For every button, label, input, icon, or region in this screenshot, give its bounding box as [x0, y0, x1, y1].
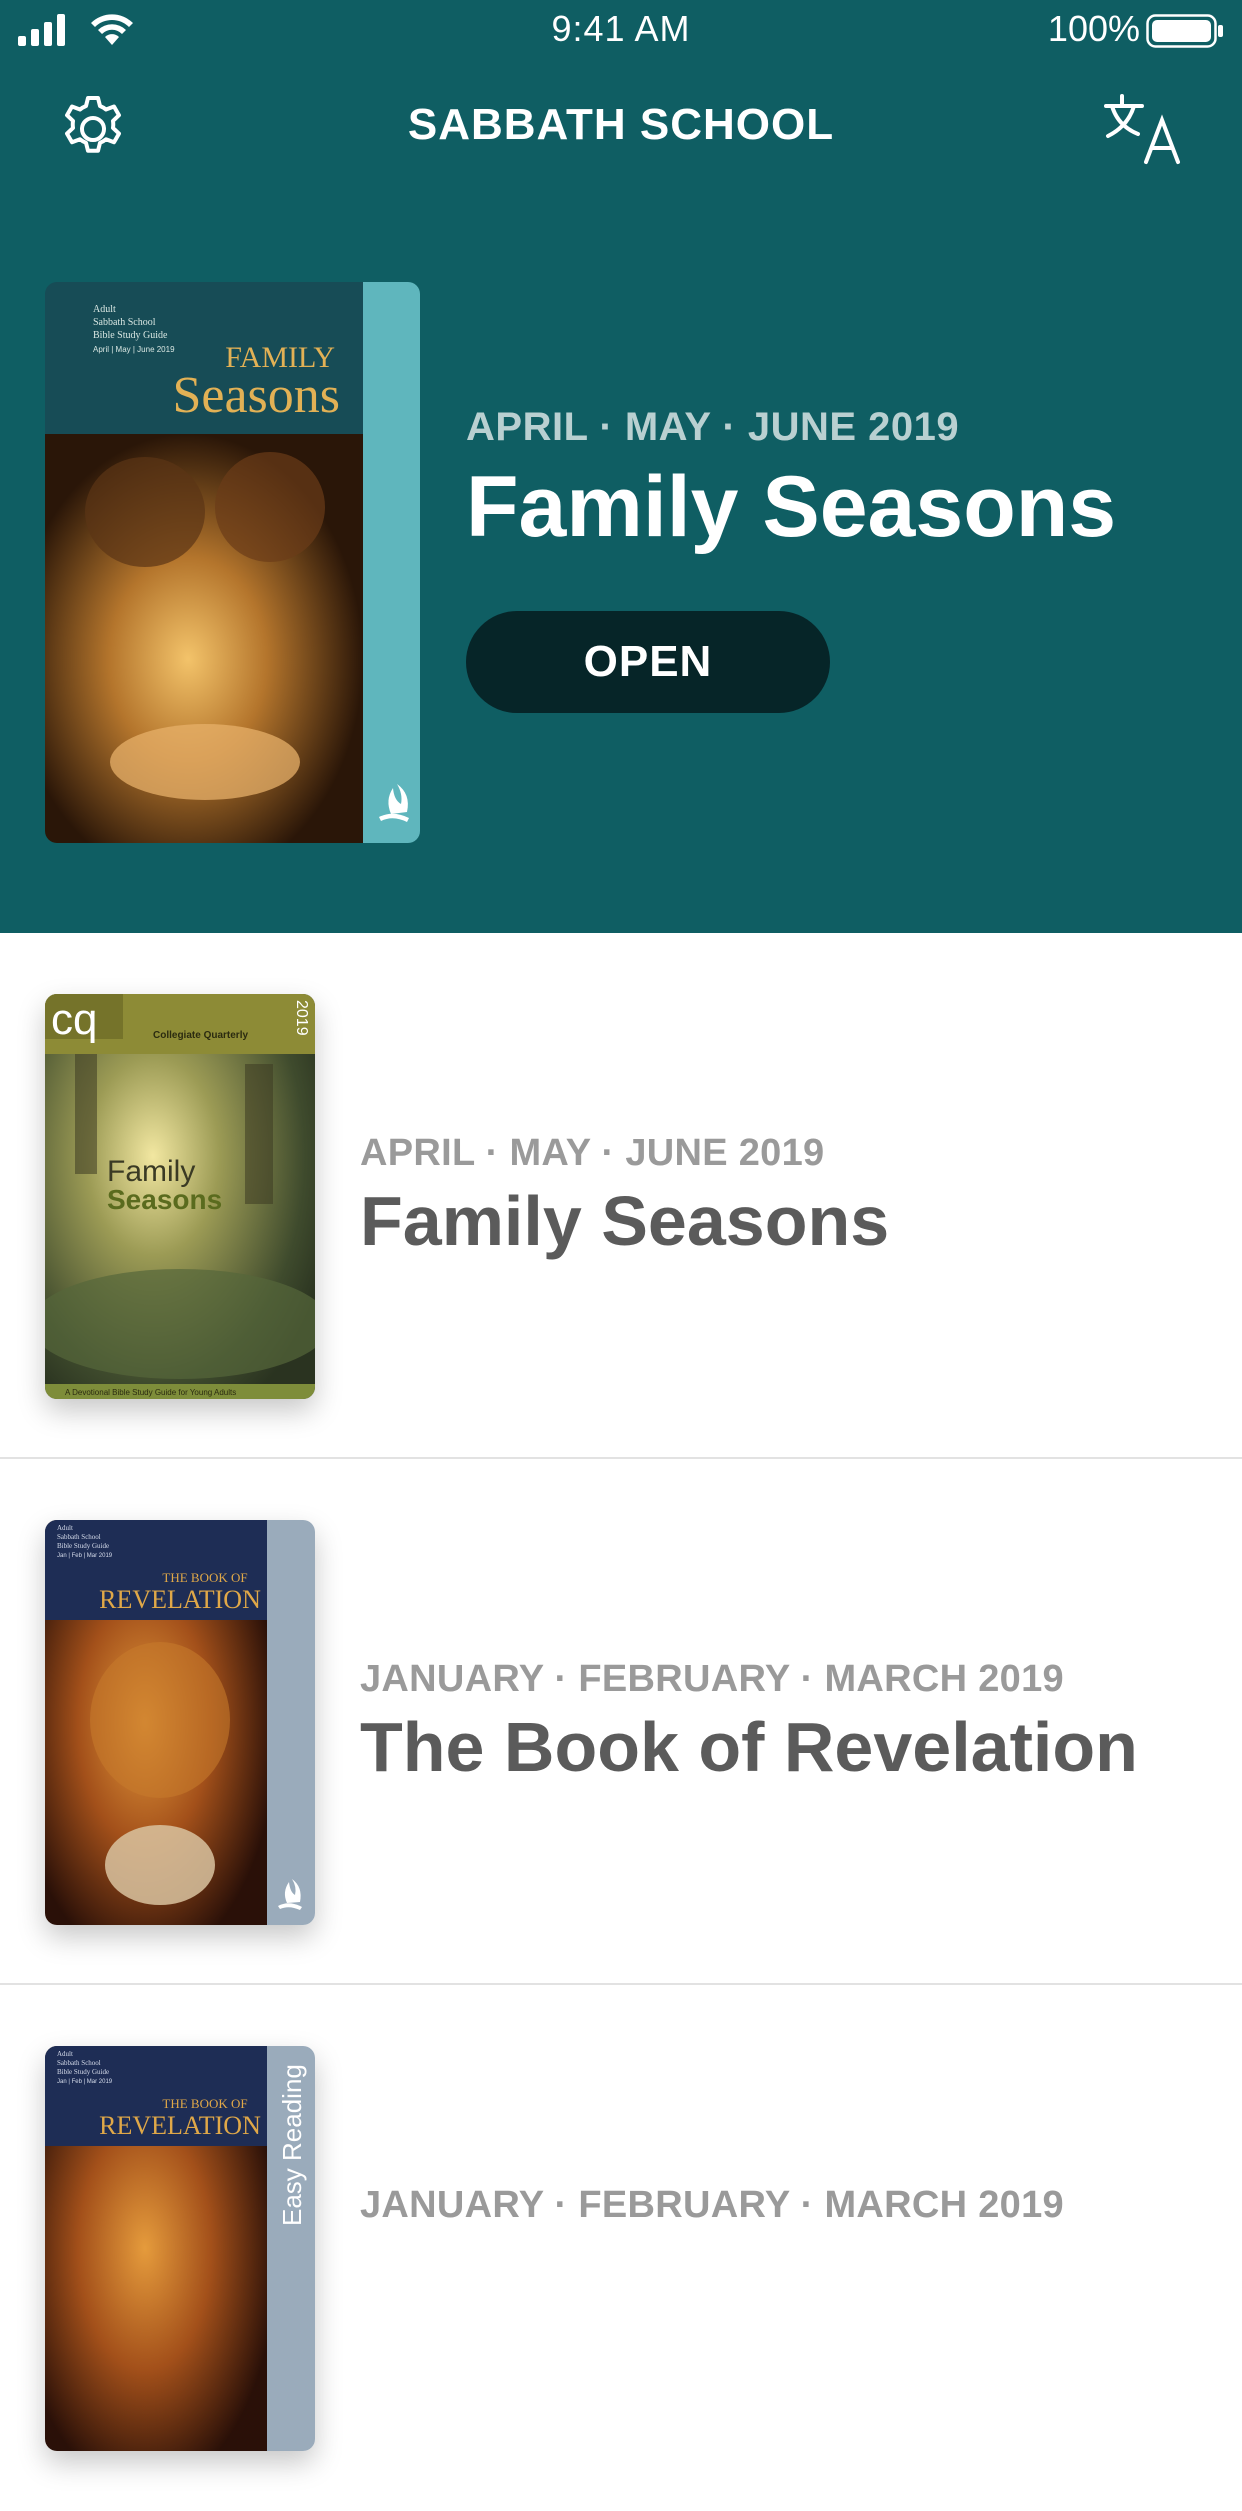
list-item[interactable]: cq Collegiate Quarterly 2019 Family Seas…: [0, 933, 1242, 1459]
cq-family-seasons-cover-image: cq Collegiate Quarterly 2019 Family Seas…: [45, 994, 315, 1399]
revelation-cover-image: Adult Sabbath School Bible Study Guide J…: [45, 1520, 315, 1925]
quarterly-meta: APRIL · MAY · JUNE 2019 Family Seasons: [360, 1132, 889, 1261]
list-item[interactable]: Adult Sabbath School Bible Study Guide J…: [0, 1459, 1242, 1985]
open-button[interactable]: OPEN: [466, 611, 830, 713]
quarterly-title: The Book of Revelation: [360, 1708, 1138, 1786]
page-title: SABBATH SCHOOL: [407, 100, 835, 149]
quarterly-date: APRIL · MAY · JUNE 2019: [360, 1132, 825, 1174]
featured-title: Family Seasons: [466, 459, 1117, 555]
featured-meta: APRIL · MAY · JUNE 2019 Family Seasons: [466, 405, 1116, 557]
cq-banner: Collegiate Quarterly: [153, 1030, 248, 1041]
cover-line: Bible Study Guide: [57, 2068, 109, 2076]
battery-percent: 100%: [1047, 8, 1140, 49]
cover-title-top: THE BOOK OF: [162, 2096, 247, 2111]
featured-section: 9:41 AM 100% SABBATH SCHOOL Adult Sabbat…: [0, 0, 1242, 933]
revelation-easy-reading-cover-image: Adult Sabbath School Bible Study Guide J…: [45, 2046, 315, 2451]
cover-line: Adult: [57, 2050, 73, 2058]
quarterly-meta: JANUARY · FEBRUARY · MARCH 2019 The Book…: [360, 1658, 1138, 1787]
translate-icon[interactable]: [1102, 92, 1186, 166]
cover-line: Adult: [93, 304, 116, 315]
cover-line: Sabbath School: [93, 317, 156, 328]
battery-icon: [1146, 14, 1223, 48]
featured-date: APRIL · MAY · JUNE 2019: [466, 405, 960, 449]
cover-line: Bible Study Guide: [57, 1542, 109, 1550]
cq-year: 2019: [293, 1000, 310, 1036]
cover-title-bottom: REVELATION: [99, 2111, 261, 2140]
cq-title-bottom: Seasons: [107, 1184, 222, 1215]
cq-badge: cq: [51, 995, 97, 1044]
cover-title-top: THE BOOK OF: [162, 1570, 247, 1585]
list-item[interactable]: Adult Sabbath School Bible Study Guide J…: [0, 1985, 1242, 2511]
featured-cover[interactable]: Adult Sabbath School Bible Study Guide A…: [45, 282, 420, 843]
cover-line: Jan | Feb | Mar 2019: [57, 2079, 113, 2085]
cq-footer: A Devotional Bible Study Guide for Young…: [65, 1388, 236, 1397]
cover-line: Sabbath School: [57, 1533, 101, 1541]
quarterly-cover: Adult Sabbath School Bible Study Guide J…: [45, 1520, 315, 1925]
cover-line: Jan | Feb | Mar 2019: [57, 1553, 113, 1559]
family-seasons-cover-image: Adult Sabbath School Bible Study Guide A…: [45, 282, 420, 843]
nav-bar: SABBATH SCHOOL: [0, 62, 1242, 192]
quarterly-title: Family Seasons: [360, 1182, 890, 1260]
quarterly-cover: cq Collegiate Quarterly 2019 Family Seas…: [45, 994, 315, 1399]
cover-line: Sabbath School: [57, 2059, 101, 2067]
cover-line: Bible Study Guide: [93, 330, 168, 341]
cover-title-bottom: Seasons: [172, 367, 340, 424]
status-bar: 9:41 AM 100%: [0, 0, 1242, 62]
quarterly-date: JANUARY · FEBRUARY · MARCH 2019: [360, 2184, 1064, 2226]
quarterly-cover: Adult Sabbath School Bible Study Guide J…: [45, 2046, 315, 2451]
cover-line: April | May | June 2019: [93, 345, 175, 354]
quarterly-date: JANUARY · FEBRUARY · MARCH 2019: [360, 1658, 1064, 1700]
cover-line: Adult: [57, 1524, 73, 1532]
quarterly-meta: JANUARY · FEBRUARY · MARCH 2019: [360, 2184, 1064, 2233]
cover-side-label: Easy Reading: [277, 2064, 307, 2226]
cover-title-bottom: REVELATION: [99, 1585, 261, 1614]
